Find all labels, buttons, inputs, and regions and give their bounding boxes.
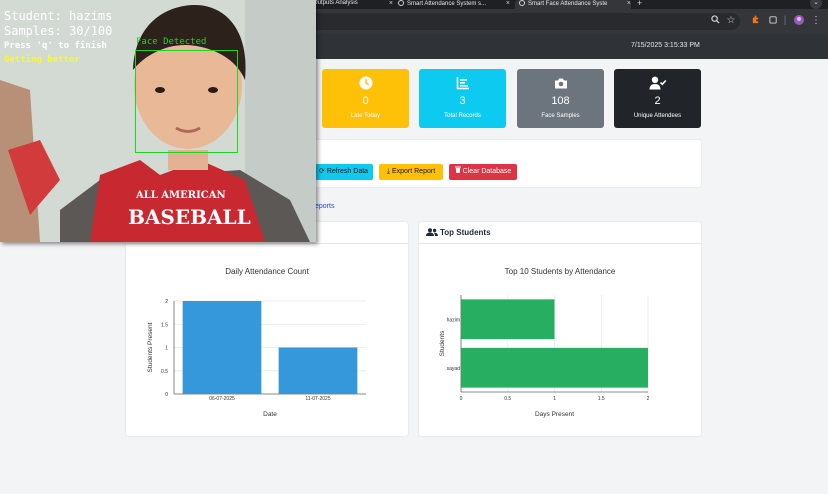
stat-value: 3 xyxy=(459,95,466,107)
clock-icon xyxy=(322,76,409,90)
users-icon xyxy=(426,228,438,236)
stat-value: 108 xyxy=(551,95,570,107)
panel-title: Top Students xyxy=(426,228,491,237)
y-tick-label: 0 xyxy=(165,392,168,398)
shirt-print-top: ALL AMERICAN xyxy=(136,190,226,201)
current-datetime: 7/15/2025 3:15:33 PM xyxy=(631,42,700,49)
refresh-data-button[interactable]: ⟳ Refresh Data xyxy=(314,164,373,180)
toolbar-divider: | xyxy=(783,15,787,26)
x-tick-label: 0.5 xyxy=(504,396,511,402)
chevron-down-icon[interactable]: ⌄ xyxy=(810,0,822,9)
globe-icon xyxy=(519,0,525,6)
stat-label: Face Samples xyxy=(541,113,580,119)
close-tab-icon[interactable]: × xyxy=(627,0,631,7)
finish-hint-overlay: Press 'q' to finish xyxy=(4,41,107,51)
browser-tab-face-attendance[interactable]: Smart Face Attendance Syste × xyxy=(515,0,631,9)
stat-value: 2 xyxy=(654,95,661,107)
x-tick-label: 11-07-2025 xyxy=(305,396,330,402)
export-report-button[interactable]: ⤓ Export Report xyxy=(379,164,443,180)
close-tab-icon[interactable]: × xyxy=(506,0,510,7)
stat-label: Late Today xyxy=(350,113,381,119)
stat-card-late-today: 0 Late Today xyxy=(322,69,409,128)
y-axis-label: Students xyxy=(439,330,446,356)
stat-label: Total Records xyxy=(444,113,481,119)
x-tick-label: 1.5 xyxy=(598,396,605,402)
stat-card-unique-attendees: 2 Unique Attendees xyxy=(614,69,701,128)
bar xyxy=(182,301,262,394)
face-detected-label: Face Detected xyxy=(136,37,207,47)
chart-title: Top 10 Students by Attendance xyxy=(505,267,616,276)
y-tick-label: 1.5 xyxy=(161,322,168,328)
globe-icon xyxy=(398,0,404,6)
clear-database-button[interactable]: Clear Database xyxy=(449,164,517,180)
top-students-panel: Top Students Top 10 Students by Attendan… xyxy=(419,222,701,436)
extensions-puzzle-icon[interactable] xyxy=(767,15,779,27)
x-tick-label: 06-07-2025 xyxy=(209,396,235,402)
daily-attendance-panel: Daily Attendance Count 0 0.5 1 1.5 2 06-07-202… xyxy=(126,222,408,436)
y-tick-label: 0.5 xyxy=(161,369,168,375)
bookmark-star-icon[interactable]: ☆ xyxy=(725,15,737,27)
stat-card-total-records: 3 Total Records xyxy=(419,69,506,128)
y-axis-label: Students Present xyxy=(147,322,154,372)
student-name-overlay: Student: hazims xyxy=(4,9,113,23)
webcam-preview-window: ALL AMERICAN BASEBALL Face Detected Stud… xyxy=(0,0,316,242)
bar xyxy=(278,347,358,394)
new-tab-icon[interactable]: + xyxy=(637,0,642,8)
x-axis-label: Date xyxy=(263,411,277,418)
stat-label: Unique Attendees xyxy=(633,113,682,119)
x-tick-label: 0 xyxy=(460,396,463,402)
camera-icon xyxy=(517,76,604,90)
browser-tab-outputs[interactable]: Outputs Analysis × xyxy=(313,0,393,9)
y-tick-label: sayad xyxy=(447,366,461,372)
x-tick-label: 1 xyxy=(553,396,556,402)
y-tick-label: 2 xyxy=(165,299,168,305)
browser-tab-attendance[interactable]: Smart Attendance System s... × xyxy=(398,0,510,9)
reports-tab-link[interactable]: eports xyxy=(315,203,334,210)
close-tab-icon[interactable]: × xyxy=(389,0,393,7)
x-tick-label: 2 xyxy=(647,396,650,402)
y-tick-label: 1 xyxy=(165,346,168,352)
sample-count-overlay: Samples: 30/100 xyxy=(4,24,113,38)
face-detection-box xyxy=(135,50,238,153)
trash-icon xyxy=(454,164,461,180)
address-bar[interactable] xyxy=(300,13,740,30)
download-icon: ⤓ xyxy=(386,168,390,175)
profile-avatar-icon[interactable] xyxy=(793,15,805,27)
panel-header: Top Students xyxy=(419,222,701,244)
top-students-chart: Top 10 Students by Attendance 0 0.5 1 1.5 2 ha… xyxy=(439,267,650,418)
refresh-icon: ⟳ xyxy=(318,168,325,175)
stat-value: 0 xyxy=(362,95,369,107)
status-overlay: Getting better xyxy=(4,55,80,65)
zoom-icon[interactable] xyxy=(709,15,721,27)
shirt-print-bottom: BASEBALL xyxy=(128,205,251,229)
stat-card-face-samples: 108 Face Samples xyxy=(517,69,604,128)
x-axis-label: Days Present xyxy=(535,411,574,418)
list-icon xyxy=(419,76,506,90)
extension-icon[interactable] xyxy=(749,15,761,27)
bar xyxy=(461,299,555,340)
daily-attendance-chart: Daily Attendance Count 0 0.5 1 1.5 2 06-07-202… xyxy=(147,267,366,418)
more-menu-icon[interactable]: ⋮ xyxy=(810,15,822,27)
user-check-icon xyxy=(614,76,701,90)
bar xyxy=(461,347,648,388)
y-tick-label: hazim xyxy=(447,317,460,323)
chart-title: Daily Attendance Count xyxy=(225,267,309,276)
